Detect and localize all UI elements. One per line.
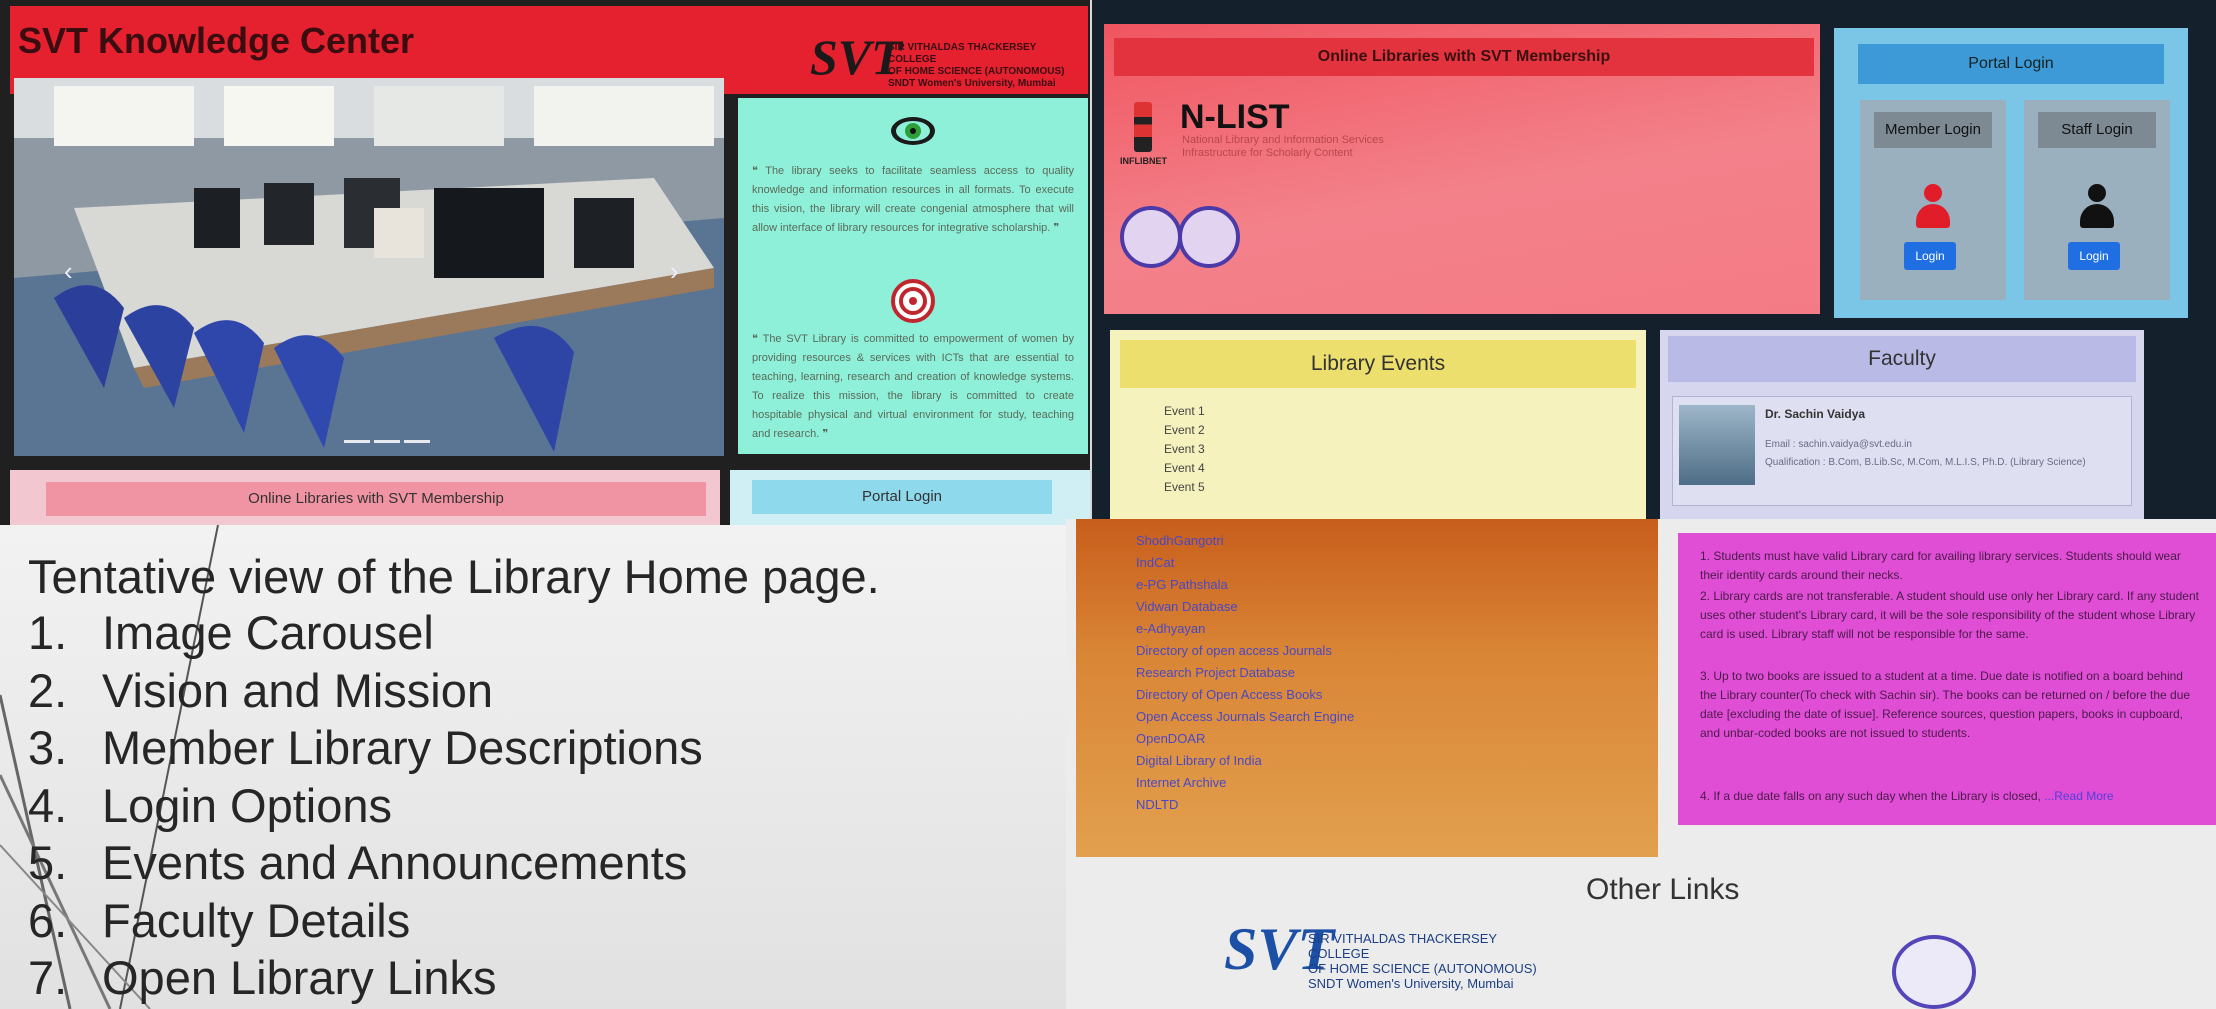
list-item: 1. Image Carousel	[28, 606, 434, 659]
event-item[interactable]: Event 2	[1164, 423, 1205, 437]
carousel-indicators[interactable]	[344, 430, 434, 443]
event-item[interactable]: Event 1	[1164, 404, 1205, 418]
online-libraries-section: Online Libraries with SVT Membership	[10, 470, 720, 525]
library-link[interactable]: Vidwan Database	[1136, 599, 1238, 614]
list-item: 7. Open Library Links	[28, 951, 497, 1004]
portal-login-panel: Portal Login Member Login Login Staff Lo…	[1834, 28, 2188, 318]
faculty-name: Dr. Sachin Vaidya	[1765, 407, 1866, 421]
library-link[interactable]: Research Project Database	[1136, 665, 1295, 680]
mission-text: ❝ The SVT Library is committed to empowe…	[752, 333, 1074, 440]
rule-item: 2. Library cards are not transferable. A…	[1700, 589, 2199, 641]
library-link[interactable]: Internet Archive	[1136, 775, 1226, 790]
library-link[interactable]: NDLTD	[1136, 797, 1178, 812]
list-item: 3. Member Library Descriptions	[28, 721, 703, 774]
svt-logo: SVT SIR VITHALDAS THACKERSEY COLLEGE OF …	[810, 28, 1085, 89]
library-link[interactable]: Open Access Journals Search Engine	[1136, 709, 1354, 724]
svt-college-logo[interactable]: SVT SIR VITHALDAS THACKERSEY COLLEGE OF …	[1224, 915, 1544, 991]
sndt-university-seal-icon[interactable]	[1892, 935, 1976, 1009]
faculty-qualification: Qualification : B.Com, B.Lib.Sc, M.Com, …	[1765, 457, 2086, 468]
svt-logo-text: SIR VITHALDAS THACKERSEY COLLEGE OF HOME…	[1308, 931, 1537, 991]
vision-text: ❝ The library seeks to facilitate seamle…	[752, 165, 1074, 234]
portal-login-heading: Portal Login	[1858, 44, 2164, 84]
list-item: 5. Events and Announcements	[28, 836, 688, 889]
nlist-card[interactable]: Online Libraries with SVT Membership INF…	[1104, 24, 1820, 314]
faculty-panel: Faculty Dr. Sachin Vaidya Email : sachin…	[1660, 330, 2144, 520]
library-rules-panel: 1. Students must have valid Library card…	[1678, 533, 2216, 825]
staff-user-icon	[2080, 184, 2114, 232]
library-events-panel: Library Events Event 1 Event 2 Event 3 E…	[1110, 330, 1646, 520]
library-link[interactable]: e-PG Pathshala	[1136, 577, 1228, 592]
library-link[interactable]: OpenDOAR	[1136, 731, 1205, 746]
vision-mission-panel: ❝ The library seeks to facilitate seamle…	[738, 98, 1088, 454]
rule-item: 1. Students must have valid Library card…	[1700, 549, 2181, 582]
list-item: 4. Login Options	[28, 778, 393, 832]
screenshot-homepage-middle: Online Libraries with SVT Membership INF…	[1092, 0, 2216, 520]
event-item[interactable]: Event 5	[1164, 480, 1205, 494]
other-links-heading: Other Links	[1586, 873, 1740, 906]
carousel-image	[14, 78, 724, 456]
slide-heading: Tentative view of the Library Home page.	[28, 550, 880, 603]
event-item[interactable]: Event 4	[1164, 461, 1205, 475]
feature-list: 1. Image Carousel 2. Vision and Mission 3.…	[28, 605, 703, 1008]
library-link[interactable]: e-Adhyayan	[1136, 621, 1205, 636]
member-user-icon	[1916, 184, 1950, 232]
online-libraries-heading: Online Libraries with SVT Membership	[1114, 38, 1814, 76]
rule-item: 4. If a due date falls on any such day w…	[1700, 789, 2114, 803]
carousel-next-button[interactable]: ›	[670, 256, 679, 287]
nlist-subtitle: National Library and Information Service…	[1182, 134, 1384, 159]
read-more-link[interactable]: ...Read More	[2044, 789, 2113, 803]
portal-login-heading: Portal Login	[752, 480, 1052, 514]
list-item: 2. Vision and Mission	[28, 663, 494, 717]
rule-item: 3. Up to two books are issued to a stude…	[1700, 669, 2191, 740]
target-icon	[888, 276, 938, 326]
staff-login-label: Staff Login	[2038, 112, 2156, 148]
site-title: SVT Knowledge Center	[18, 20, 415, 61]
library-link[interactable]: IndCat	[1136, 555, 1174, 570]
screenshot-homepage-bottom: ShodhGangotri IndCat e-PG Pathshala Vidw…	[1066, 519, 2216, 1009]
library-link[interactable]: Digital Library of India	[1136, 753, 1262, 768]
faculty-photo	[1679, 405, 1755, 485]
event-item[interactable]: Event 3	[1164, 442, 1205, 456]
online-libraries-heading: Online Libraries with SVT Membership	[46, 482, 706, 516]
portal-login-section: Portal Login	[730, 470, 1090, 525]
member-login-card: Member Login Login	[1860, 100, 2006, 300]
staff-login-card: Staff Login Login	[2024, 100, 2170, 300]
slide-text-area: Tentative view of the Library Home page.…	[0, 525, 1066, 1009]
library-link[interactable]: Directory of Open Access Books	[1136, 687, 1322, 702]
staff-login-button[interactable]: Login	[2068, 242, 2120, 270]
university-founder-seal-icon	[1178, 206, 1240, 268]
faculty-email: Email : sachin.vaidya@svt.edu.in	[1765, 439, 1912, 450]
screenshot-homepage-top: SVT Knowledge Center SVT SIR VITHALDAS T…	[0, 0, 1090, 525]
faculty-card: Dr. Sachin Vaidya Email : sachin.vaidya@…	[1672, 396, 2132, 506]
open-library-links-panel: ShodhGangotri IndCat e-PG Pathshala Vidw…	[1076, 519, 1658, 857]
university-seal-icon	[1120, 206, 1182, 268]
library-link[interactable]: Directory of open access Journals	[1136, 643, 1332, 658]
list-item: 6. Faculty Details	[28, 893, 411, 947]
member-login-button[interactable]: Login	[1904, 242, 1956, 270]
nlist-title[interactable]: N-LIST	[1180, 98, 1290, 137]
faculty-heading: Faculty	[1668, 336, 2136, 382]
image-carousel[interactable]: ‹ ›	[14, 78, 724, 456]
svt-logo-text: SIR VITHALDAS THACKERSEY COLLEGE OF HOME…	[888, 42, 1065, 89]
carousel-prev-button[interactable]: ‹	[64, 256, 73, 287]
eye-icon	[888, 106, 938, 156]
library-events-heading: Library Events	[1120, 340, 1636, 388]
library-link[interactable]: ShodhGangotri	[1136, 533, 1223, 548]
member-login-label: Member Login	[1874, 112, 1992, 148]
inflibnet-logo: INFLIBNET	[1120, 102, 1167, 176]
